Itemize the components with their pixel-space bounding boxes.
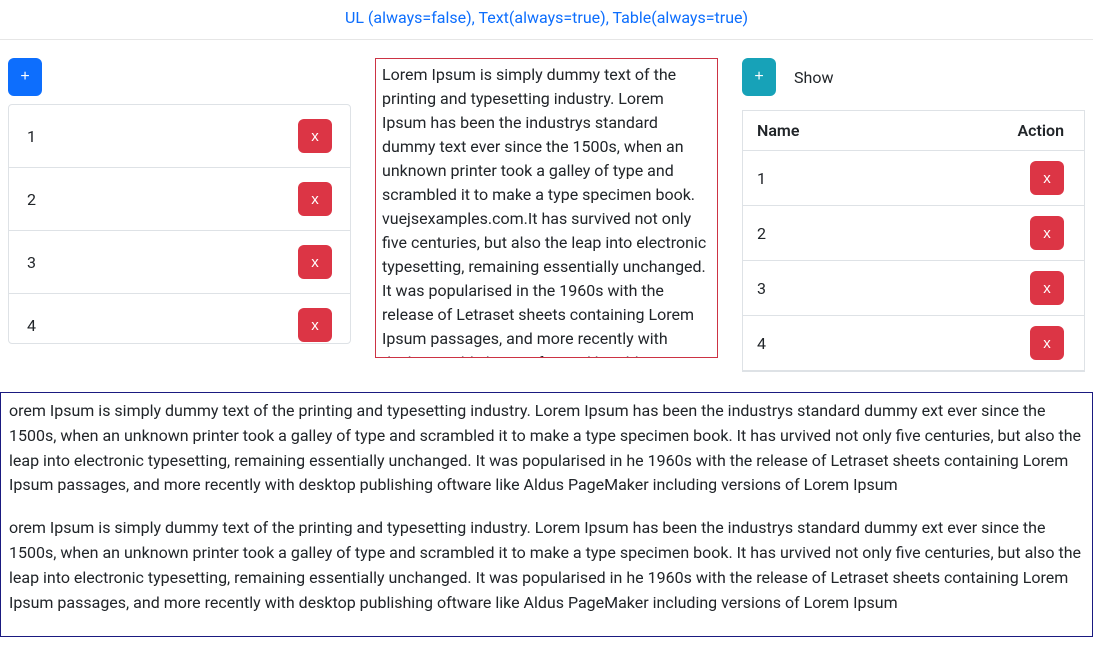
list-item: 4 x (9, 294, 350, 344)
bottom-text-panel[interactable]: orem Ipsum is simply dummy text of the p… (0, 392, 1093, 637)
cell-name: 2 (743, 206, 902, 261)
page-title: UL (always=false), Text(always=true), Ta… (0, 0, 1093, 40)
cell-name: 4 (743, 316, 902, 371)
list-column: + 1 x 2 x 3 x 4 x (8, 58, 351, 372)
main-container: + 1 x 2 x 3 x 4 x Lorem Ipsum is simply … (0, 40, 1093, 372)
show-toggle[interactable]: Show (788, 68, 839, 87)
list-item-label: 1 (27, 127, 36, 146)
add-table-row-button[interactable]: + (742, 58, 776, 96)
remove-row-button[interactable]: x (1030, 271, 1064, 305)
remove-item-button[interactable]: x (298, 245, 332, 279)
list-item-label: 2 (27, 190, 36, 209)
text-column: Lorem Ipsum is simply dummy text of the … (375, 58, 718, 372)
bottom-paragraph: orem Ipsum is simply dummy text of the p… (9, 399, 1084, 498)
list-item: 1 x (9, 105, 350, 168)
column-header-action: Action (902, 111, 1084, 151)
cell-name: 1 (743, 151, 902, 206)
column-header-name: Name (743, 111, 902, 151)
table-column: + Show Name Action 1 x 2 (742, 58, 1085, 372)
table-header-row: Name Action (743, 111, 1084, 151)
table-row: 4 x (743, 316, 1084, 371)
remove-item-button[interactable]: x (298, 308, 332, 342)
table-toolbar: + Show (742, 58, 1085, 102)
list-item: 2 x (9, 168, 350, 231)
remove-row-button[interactable]: x (1030, 161, 1064, 195)
list-item-label: 3 (27, 253, 36, 272)
remove-item-button[interactable]: x (298, 119, 332, 153)
cell-name: 3 (743, 261, 902, 316)
table-row: 3 x (743, 261, 1084, 316)
data-table: Name Action 1 x 2 x 3 x (743, 111, 1084, 371)
remove-row-button[interactable]: x (1030, 216, 1064, 250)
data-table-wrapper[interactable]: Name Action 1 x 2 x 3 x (742, 110, 1085, 372)
remove-item-button[interactable]: x (298, 182, 332, 216)
bottom-paragraph: orem Ipsum is simply dummy text of the p… (9, 516, 1084, 615)
list-item: 3 x (9, 231, 350, 294)
table-row: 2 x (743, 206, 1084, 261)
item-list[interactable]: 1 x 2 x 3 x 4 x (8, 104, 351, 344)
remove-row-button[interactable]: x (1030, 326, 1064, 360)
text-scroll-panel[interactable]: Lorem Ipsum is simply dummy text of the … (375, 58, 718, 358)
table-row: 1 x (743, 151, 1084, 206)
list-item-label: 4 (27, 316, 36, 335)
add-list-item-button[interactable]: + (8, 58, 42, 96)
